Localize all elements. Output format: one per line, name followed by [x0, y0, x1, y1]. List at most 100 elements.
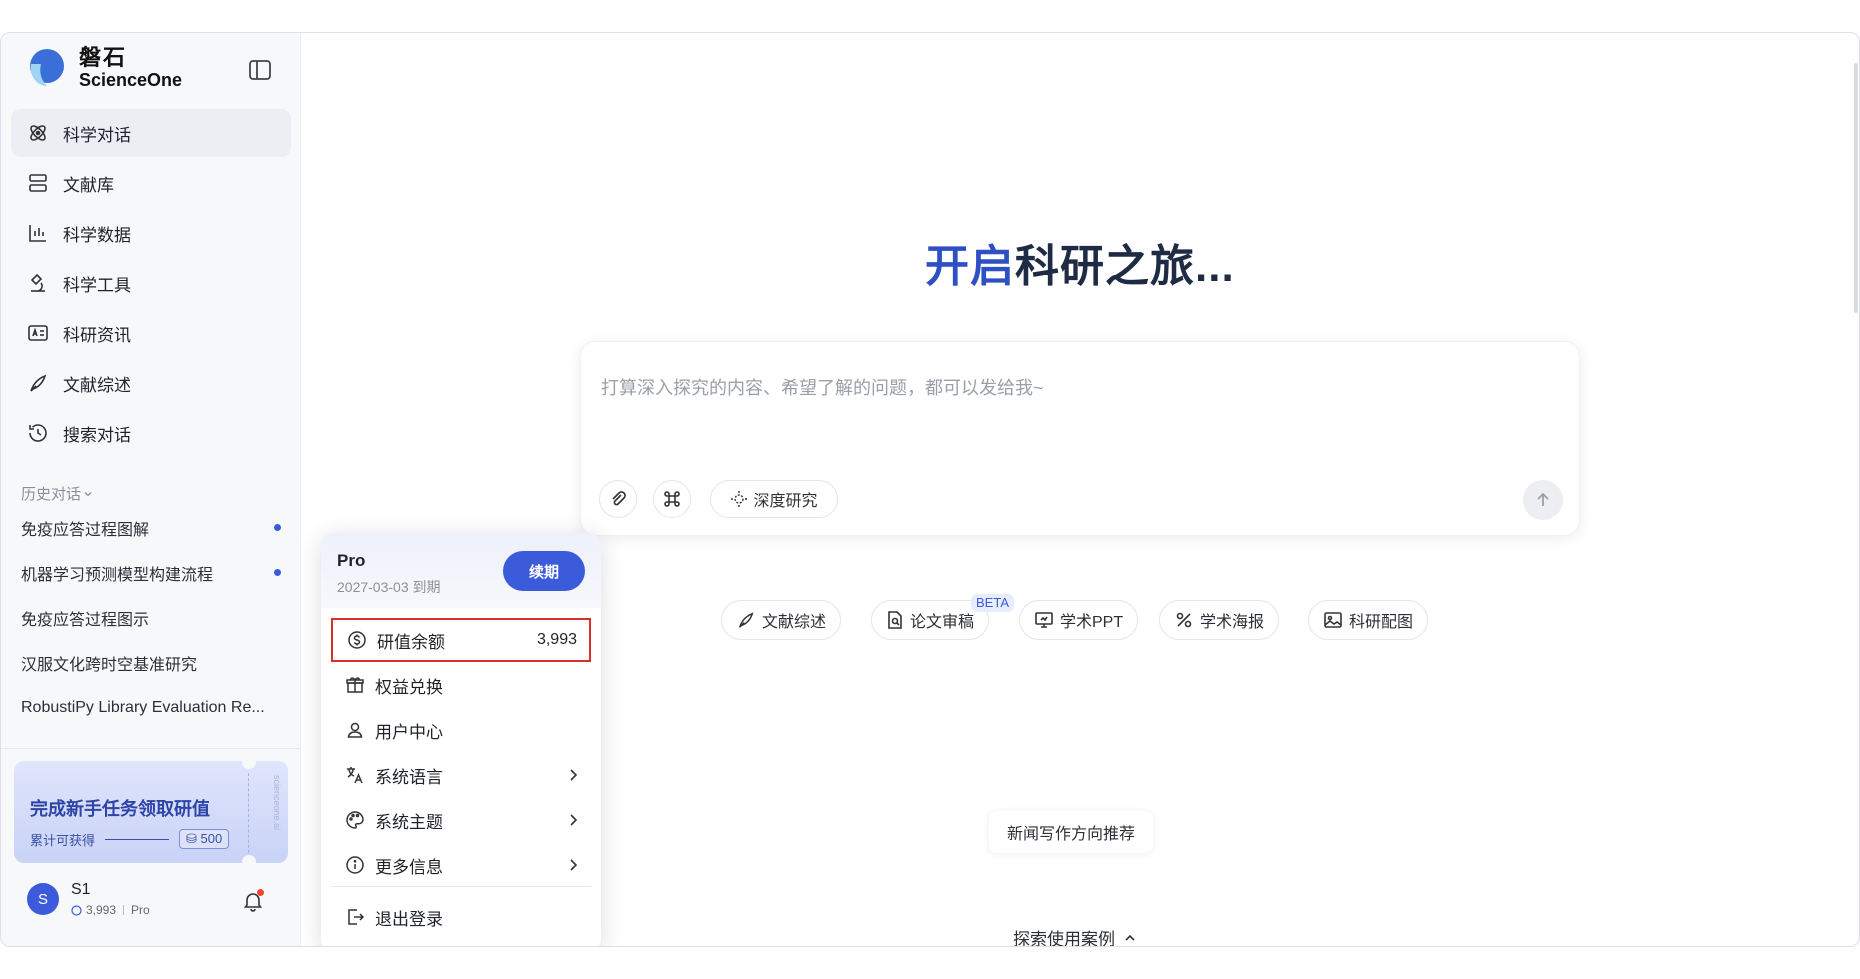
info-icon [346, 856, 364, 874]
renew-button[interactable]: 续期 [503, 551, 585, 591]
menu-item-balance[interactable]: 研值余额 3,993 [331, 618, 591, 662]
suggestion-chip[interactable]: 新闻写作方向推荐 [989, 811, 1154, 853]
promo-amount-badge: ⛁ 500 [179, 829, 230, 849]
menu-item-label: 更多信息 [375, 857, 443, 877]
history-toggle[interactable]: 历史对话 [21, 483, 93, 504]
menu-item-label: 系统主题 [375, 812, 443, 832]
explore-label: 探索使用案例 [1013, 930, 1115, 947]
history-item-label: 机器学习预测模型构建流程 [21, 566, 214, 584]
nav-item-science-tools[interactable]: 科学工具 [11, 259, 291, 307]
tool-literature-review[interactable]: 文献综述 [721, 600, 842, 640]
onboarding-promo-card[interactable]: scienceone.ai 完成新手任务领取研值 累计可获得 ⛁ 500 [14, 761, 288, 863]
tool-research-figure[interactable]: 科研配图 [1308, 600, 1429, 640]
send-button[interactable] [1523, 480, 1563, 520]
divider [1, 748, 301, 749]
history-item[interactable]: 机器学习预测模型构建流程 [11, 550, 291, 595]
brand-logo [25, 46, 65, 90]
promo-watermark: scienceone.ai [272, 775, 282, 831]
sidebar: 磐石 ScienceOne 科学对话 文献库 科学数据 科学工具 科研资讯 文献… [1, 33, 301, 946]
atom-icon [30, 125, 46, 141]
sparkle-icon [731, 491, 748, 507]
logout-label: 退出登录 [375, 909, 443, 929]
notification-bell-icon[interactable] [241, 889, 265, 913]
nav-item-literature-review[interactable]: 文献综述 [11, 359, 291, 407]
microscope-icon [30, 273, 45, 292]
arrow-line [105, 838, 170, 840]
menu-item-redeem[interactable]: 权益兑换 [331, 663, 591, 707]
attach-button[interactable] [599, 480, 637, 518]
promo-title: 完成新手任务领取研值 [30, 799, 210, 819]
arrow-up-icon [1537, 492, 1549, 506]
chevron-right-icon [570, 769, 578, 781]
user-profile-trigger[interactable]: S S1 3,993 Pro [27, 881, 150, 917]
promo-amount: 500 [200, 831, 223, 846]
sidebar-collapse-icon[interactable] [247, 57, 273, 83]
balance-value: 3,993 [536, 631, 577, 648]
nav-item-label: 文献库 [63, 175, 114, 195]
doc-search-icon [888, 611, 902, 629]
library-icon [29, 174, 47, 192]
user-plan: Pro [131, 903, 150, 917]
poster-icon [1176, 612, 1192, 628]
hero-text: 科研之旅... [1015, 242, 1235, 291]
nav-item-search-chat[interactable]: 搜索对话 [11, 409, 291, 457]
avatar: S [27, 883, 59, 915]
palette-icon [346, 811, 364, 829]
divider [331, 886, 591, 887]
pen-icon [738, 612, 754, 628]
deep-research-label: 深度研究 [753, 493, 818, 510]
plan-name: Pro [337, 551, 366, 570]
history-item[interactable]: RobustiPy Library Evaluation Re... [11, 685, 291, 730]
menu-item-label: 用户中心 [375, 722, 443, 742]
tool-label: 论文审稿 [910, 614, 975, 631]
nav-item-library[interactable]: 文献库 [11, 159, 291, 207]
history-item[interactable]: 汉服文化跨时空基准研究 [11, 640, 291, 685]
menu-item-logout[interactable]: 退出登录 [331, 895, 591, 939]
paperclip-icon [612, 491, 626, 506]
chevron-right-icon [570, 859, 578, 871]
brand[interactable]: 磐石 ScienceOne [25, 45, 182, 91]
nav-item-label: 科研资讯 [63, 325, 131, 345]
nav-item-science-news[interactable]: 科研资讯 [11, 309, 291, 357]
tool-label: 科研配图 [1349, 614, 1414, 631]
tool-label: 学术海报 [1200, 614, 1265, 631]
command-button[interactable] [653, 480, 691, 518]
news-icon [28, 325, 48, 341]
chevron-down-icon [84, 491, 92, 496]
tool-academic-poster[interactable]: 学术海报 [1159, 600, 1280, 640]
menu-item-theme[interactable]: 系统主题 [331, 798, 591, 842]
tool-academic-ppt[interactable]: 学术PPT [1019, 600, 1139, 640]
chevron-right-icon [570, 814, 578, 826]
main-nav: 科学对话 文献库 科学数据 科学工具 科研资讯 文献综述 搜索对话 [11, 109, 291, 459]
hero-highlight: 开启 [925, 242, 1015, 291]
coin-icon [348, 631, 366, 649]
user-balance: 3,993 [86, 903, 117, 917]
deep-research-toggle[interactable]: 深度研究 [710, 480, 838, 518]
explore-cases-toggle[interactable]: 探索使用案例 [1013, 925, 1137, 947]
history-item[interactable]: 免疫应答过程图示 [11, 595, 291, 640]
menu-item-more-info[interactable]: 更多信息 [331, 843, 591, 887]
chevron-up-icon [1125, 934, 1135, 941]
history-icon [29, 424, 47, 442]
command-icon [664, 491, 680, 507]
logout-icon [348, 909, 365, 925]
history-list: 免疫应答过程图解 机器学习预测模型构建流程 免疫应答过程图示 汉服文化跨时空基准… [11, 505, 291, 730]
scrollbar[interactable] [1854, 63, 1858, 313]
user-icon [347, 722, 363, 738]
presentation-icon [1035, 612, 1053, 628]
menu-item-user-center[interactable]: 用户中心 [331, 708, 591, 752]
chat-input[interactable] [601, 358, 1541, 418]
user-name: S1 [71, 881, 91, 898]
nav-item-science-chat[interactable]: 科学对话 [11, 109, 291, 157]
nav-item-science-data[interactable]: 科学数据 [11, 209, 291, 257]
pen-icon [30, 374, 47, 392]
app-window: 磐石 ScienceOne 科学对话 文献库 科学数据 科学工具 科研资讯 文献… [0, 32, 1860, 947]
history-item[interactable]: 免疫应答过程图解 [11, 505, 291, 550]
nav-item-label: 科学数据 [63, 225, 131, 245]
menu-item-label: 系统语言 [375, 767, 443, 787]
history-item-label: RobustiPy Library Evaluation Re... [21, 698, 265, 716]
history-title: 历史对话 [21, 486, 82, 503]
menu-item-language[interactable]: 系统语言 [331, 753, 591, 797]
promo-subtitle: 累计可获得 [30, 832, 96, 848]
nav-item-label: 科学工具 [63, 275, 131, 295]
